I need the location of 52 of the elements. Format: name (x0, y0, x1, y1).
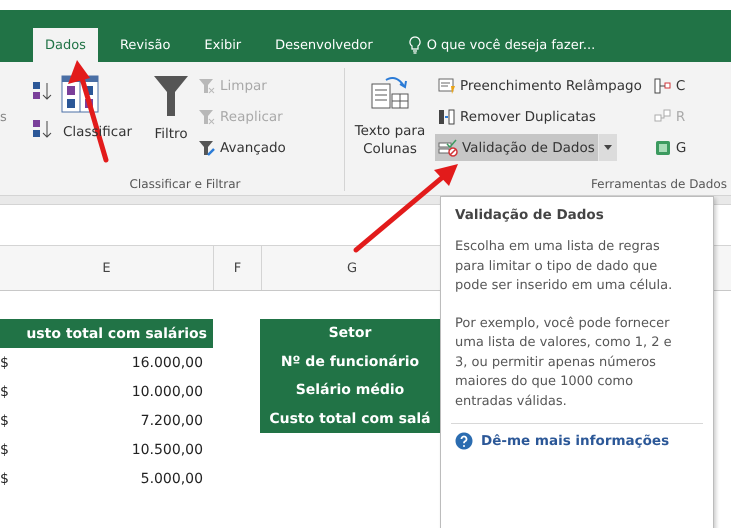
caret-icon (604, 145, 612, 150)
tooltip-text: Por exemplo, você pode fornecer uma lista de valores, como 1, 2 e 3, ou permitir apenas números maiores do que 1000 como entradas válidas. (455, 314, 673, 410)
summary-label: Selário médio (294, 381, 406, 400)
group-label: Ferramentas de Dados (590, 176, 728, 191)
currency-symbol: $ (0, 384, 9, 400)
ribbon-tab[interactable]: Revisão (108, 28, 182, 62)
data-validation-icon (438, 138, 458, 156)
text-to-columns-button[interactable]: Texto para Colunas (351, 122, 429, 158)
currency-symbol: $ (0, 354, 9, 370)
summary-label: Nº de funcionário (280, 352, 420, 372)
help-icon (455, 432, 473, 450)
table-cell: 10.500,00 (132, 442, 203, 458)
ribbon-button[interactable]: Preenchimento Relâmpago (435, 72, 645, 99)
currency-symbol: $ (0, 442, 9, 458)
funnel-icon (198, 108, 216, 126)
currency-symbol: $ (0, 412, 9, 428)
summary-label: Custo total com salá (268, 410, 432, 429)
consolidate-icon (654, 78, 672, 94)
ribbon-button[interactable]: C (650, 72, 690, 99)
filter-button[interactable]: Filtro (154, 126, 188, 142)
column-header[interactable]: F (214, 246, 262, 290)
ribbon-button[interactable]: Avançado (195, 134, 289, 161)
group-label: Classificar e Filtrar (128, 176, 242, 191)
table-cell: 5.000,00 (140, 470, 203, 486)
table-cell: 10.000,00 (132, 384, 203, 400)
column-header[interactable]: E (0, 246, 214, 290)
table-header-cell: usto total com salários (0, 319, 213, 348)
currency-symbol: $ (0, 470, 9, 486)
funnel-icon (198, 76, 216, 94)
remove-duplicates-icon (438, 108, 456, 126)
tell-me-field[interactable]: O que você deseja fazer... (426, 38, 596, 52)
ribbon-tab[interactable]: Desenvolvedor (263, 28, 385, 62)
tooltip-text: Escolha em uma lista de regras para limitar o tipo de dado que pode ser inserido em uma célula. (455, 238, 674, 295)
table-cell: 7.200,00 (140, 412, 203, 428)
help-link[interactable]: Dê-me mais informações (481, 433, 670, 449)
sort-descending-icon (32, 118, 54, 140)
ribbon-tab[interactable]: Exibir (192, 28, 254, 62)
relationships-icon (654, 108, 672, 124)
tooltip-title: Validação de Dados (455, 207, 605, 223)
sort-ascending-icon (32, 80, 54, 102)
ribbon-button[interactable]: G (650, 134, 690, 161)
flash-fill-icon (438, 76, 456, 94)
data-model-icon (654, 140, 672, 156)
funnel-icon (153, 74, 190, 118)
funnel-icon (198, 138, 216, 156)
table-cell: 16.000,00 (132, 354, 203, 370)
data-validation-button[interactable]: Validação de Dados (435, 134, 598, 161)
group-label: s (0, 110, 7, 125)
lightbulb-icon (408, 36, 421, 54)
ribbon-tab[interactable]: Dados (33, 28, 98, 62)
ribbon-button[interactable]: Remover Duplicatas (435, 103, 645, 130)
summary-label: Setor (328, 324, 372, 344)
